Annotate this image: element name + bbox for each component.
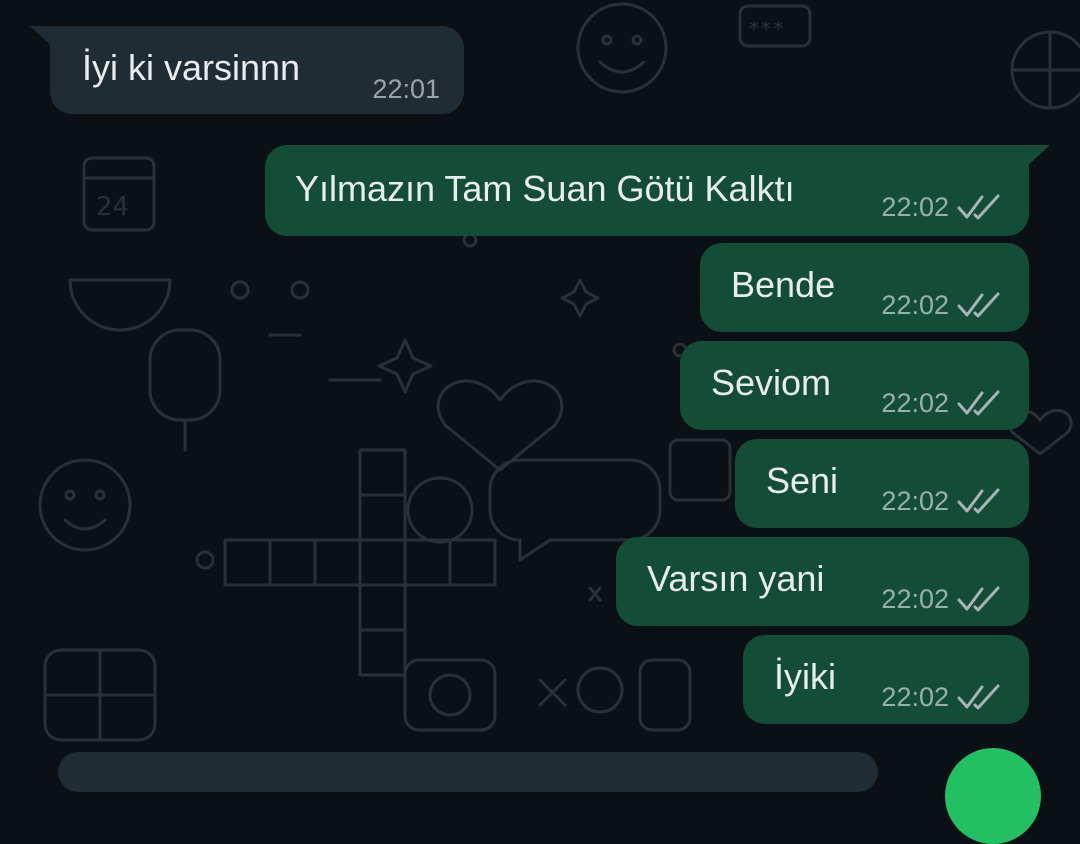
- double-check-icon: [957, 390, 1000, 416]
- message-text: Bende: [731, 264, 836, 305]
- outgoing-message-bubble[interactable]: Seviom 22:02: [680, 341, 1029, 430]
- message-text: Seni: [766, 460, 839, 501]
- message-time: 22:01: [372, 74, 440, 104]
- message-text: Seviom: [711, 362, 832, 403]
- double-check-icon: [957, 586, 1000, 612]
- outgoing-message-bubble[interactable]: Yılmazın Tam Suan Götü Kalktı 22:02: [265, 145, 1029, 236]
- message-time: 22:02: [881, 682, 949, 712]
- message-meta: 22:01: [372, 74, 440, 104]
- outgoing-message-bubble[interactable]: Varsın yani 22:02: [616, 537, 1029, 626]
- message-time: 22:02: [881, 584, 949, 614]
- outgoing-message-bubble[interactable]: Seni 22:02: [735, 439, 1029, 528]
- double-check-icon: [957, 292, 1000, 318]
- incoming-message-bubble[interactable]: İyi ki varsinnn 22:01: [50, 26, 464, 114]
- message-time: 22:02: [881, 290, 949, 320]
- outgoing-bubble-tail: [1024, 145, 1050, 169]
- message-meta: 22:02: [881, 486, 1003, 516]
- message-time: 22:02: [881, 486, 949, 516]
- message-meta: 22:02: [881, 192, 1003, 222]
- double-check-icon: [957, 194, 1000, 220]
- incoming-bubble-tail: [30, 26, 56, 50]
- send-button[interactable]: [945, 748, 1041, 844]
- chat-message-list[interactable]: İyi ki varsinnn 22:01 Yılmazın Tam Suan …: [0, 0, 1080, 759]
- message-meta: 22:02: [881, 290, 1003, 320]
- message-meta: 22:02: [881, 584, 1003, 614]
- message-time: 22:02: [881, 192, 949, 222]
- message-text: İyiki: [774, 656, 836, 697]
- message-text: İyi ki varsinnn: [82, 47, 301, 88]
- message-meta: 22:02: [881, 388, 1003, 418]
- double-check-icon: [957, 488, 1000, 514]
- message-text: Yılmazın Tam Suan Götü Kalktı: [295, 168, 795, 209]
- message-text: Varsın yani: [647, 558, 825, 599]
- message-meta: 22:02: [881, 682, 1003, 712]
- double-check-icon: [957, 684, 1000, 710]
- outgoing-message-bubble[interactable]: İyiki 22:02: [743, 635, 1029, 724]
- message-time: 22:02: [881, 388, 949, 418]
- outgoing-message-bubble[interactable]: Bende 22:02: [700, 243, 1029, 332]
- message-input-bar[interactable]: [58, 752, 878, 792]
